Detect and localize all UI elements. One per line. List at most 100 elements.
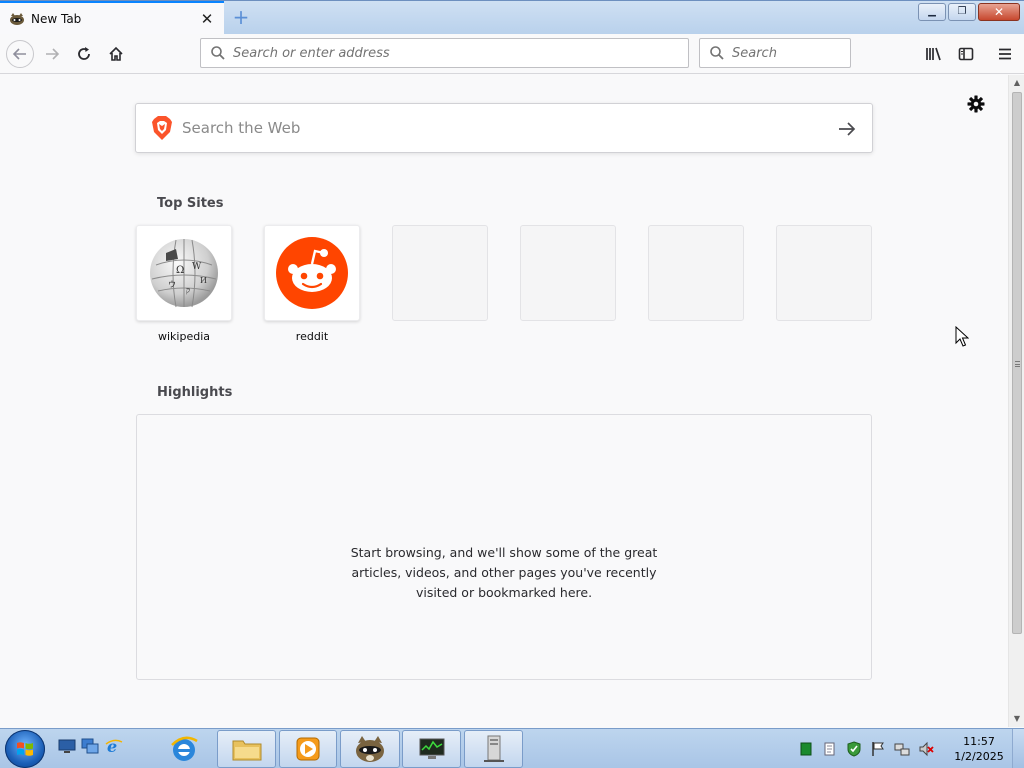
empty-top-site-tile: [520, 225, 616, 321]
svg-text:Ω: Ω: [176, 265, 184, 276]
network-icon[interactable]: [894, 741, 910, 757]
svg-text:ウ: ウ: [168, 280, 176, 289]
web-search-input[interactable]: [182, 119, 802, 137]
minimize-button[interactable]: ▁: [918, 3, 946, 21]
sidebar-button[interactable]: [952, 40, 980, 68]
top-site-label: wikipedia: [157, 330, 210, 343]
top-site-label: reddit: [295, 330, 329, 343]
top-site-placeholder: [520, 225, 616, 344]
mouse-cursor-icon: [955, 326, 969, 347]
top-site-placeholder: [648, 225, 744, 344]
sidebar-icon: [958, 47, 974, 61]
home-icon: [109, 46, 123, 61]
address-input[interactable]: [233, 45, 653, 61]
top-site-tile[interactable]: Ω W И ウ ק: [136, 225, 232, 321]
reload-button[interactable]: [70, 40, 98, 68]
brave-logo-icon: [152, 116, 172, 140]
volume-muted-icon[interactable]: [918, 741, 934, 757]
top-site-tile[interactable]: [264, 225, 360, 321]
top-sites-title: Top Sites: [157, 196, 224, 211]
green-app-tray-icon[interactable]: [798, 741, 814, 757]
web-search-box[interactable]: [135, 103, 873, 153]
search-input[interactable]: [732, 45, 842, 61]
tab-new-tab[interactable]: New Tab ✕: [0, 1, 224, 35]
url-bar[interactable]: [200, 38, 689, 68]
system-clock[interactable]: 11:57 1/2/2025: [948, 734, 1010, 764]
internet-explorer-icon: [171, 736, 198, 761]
show-desktop-quicklaunch-icon[interactable]: [58, 737, 76, 755]
raccoon-icon: [356, 736, 384, 762]
library-icon: [926, 47, 941, 61]
menu-button[interactable]: [991, 40, 1019, 68]
highlights-panel: Start browsing, and we'll show some of t…: [136, 414, 872, 680]
vertical-scrollbar[interactable]: ▲ ▼: [1008, 75, 1024, 727]
security-shield-icon[interactable]: [846, 741, 862, 757]
show-desktop-button[interactable]: [1012, 729, 1024, 768]
empty-top-site-tile: [392, 225, 488, 321]
svg-text:W: W: [192, 262, 202, 272]
navigation-toolbar: [0, 34, 1024, 74]
library-button[interactable]: [920, 40, 948, 68]
search-icon: [211, 46, 225, 60]
scrollbar-thumb[interactable]: [1012, 92, 1022, 634]
switch-windows-icon[interactable]: [81, 737, 99, 755]
new-tab-plus-icon[interactable]: +: [232, 7, 250, 27]
window-controls: ▁ ❐ ✕: [918, 3, 1020, 21]
close-tab-icon[interactable]: ✕: [200, 12, 214, 27]
tab-title: New Tab: [31, 12, 82, 26]
forward-button[interactable]: [38, 40, 66, 68]
gear-icon[interactable]: [966, 94, 986, 114]
hamburger-menu-icon: [999, 48, 1011, 60]
home-button[interactable]: [102, 40, 130, 68]
reddit-icon: [276, 237, 348, 309]
svg-text:ק: ק: [186, 286, 190, 295]
tab-strip: New Tab ✕ + ▁ ❐ ✕: [0, 0, 1024, 35]
new-tab-page: Top Sites Ω W: [0, 75, 1008, 727]
restore-icon: ❐: [957, 6, 967, 17]
windows-logo-icon: [17, 742, 33, 756]
close-icon: ✕: [993, 5, 1005, 19]
close-window-button[interactable]: ✕: [978, 3, 1020, 21]
taskbar-server-app[interactable]: [464, 730, 523, 768]
empty-top-site-tile: [648, 225, 744, 321]
search-icon: [710, 46, 724, 60]
taskbar-system-monitor[interactable]: [402, 730, 461, 768]
system-tray: 11:57 1/2/2025: [798, 729, 1010, 768]
scroll-up-arrow-icon[interactable]: ▲: [1009, 75, 1024, 91]
clock-date: 1/2/2025: [954, 750, 1004, 763]
forward-arrow-icon: [46, 48, 60, 60]
arrow-right-icon[interactable]: [836, 118, 858, 140]
back-arrow-icon: [12, 48, 26, 60]
internet-explorer-small-icon[interactable]: e: [105, 737, 123, 755]
server-icon: [483, 735, 504, 762]
monitor-icon: [419, 738, 444, 759]
top-site-reddit[interactable]: reddit: [264, 225, 360, 344]
top-site-placeholder: [776, 225, 872, 344]
taskbar-browser-active[interactable]: [340, 730, 400, 768]
taskbar-media-player[interactable]: [279, 730, 337, 768]
taskbar-internet-explorer[interactable]: [154, 730, 214, 768]
raccoon-icon: [10, 13, 24, 25]
top-site-wikipedia[interactable]: Ω W И ウ ק wikipedia: [136, 225, 232, 344]
scroll-down-arrow-icon[interactable]: ▼: [1009, 711, 1024, 727]
empty-top-site-tile: [776, 225, 872, 321]
top-sites-grid: Ω W И ウ ק wikipedia reddit: [136, 225, 872, 344]
start-button[interactable]: [5, 730, 45, 768]
back-button[interactable]: [6, 40, 34, 68]
minimize-icon: ▁: [928, 6, 936, 17]
reload-icon: [78, 47, 90, 60]
grip-icon: [1015, 361, 1020, 367]
restore-button[interactable]: ❐: [948, 3, 976, 21]
svg-text:И: И: [200, 276, 207, 285]
wikipedia-globe-icon: Ω W И ウ ק: [150, 239, 218, 308]
taskbar: e 11:57 1/2/2025: [0, 728, 1024, 768]
action-center-flag-icon[interactable]: [870, 741, 886, 757]
taskbar-file-explorer[interactable]: [217, 730, 276, 768]
media-player-icon: [296, 737, 320, 761]
top-site-placeholder: [392, 225, 488, 344]
folder-icon: [232, 740, 261, 761]
search-bar[interactable]: [699, 38, 851, 68]
document-tray-icon[interactable]: [822, 741, 838, 757]
highlights-title: Highlights: [157, 385, 233, 400]
highlights-empty-message: Start browsing, and we'll show some of t…: [350, 545, 658, 600]
